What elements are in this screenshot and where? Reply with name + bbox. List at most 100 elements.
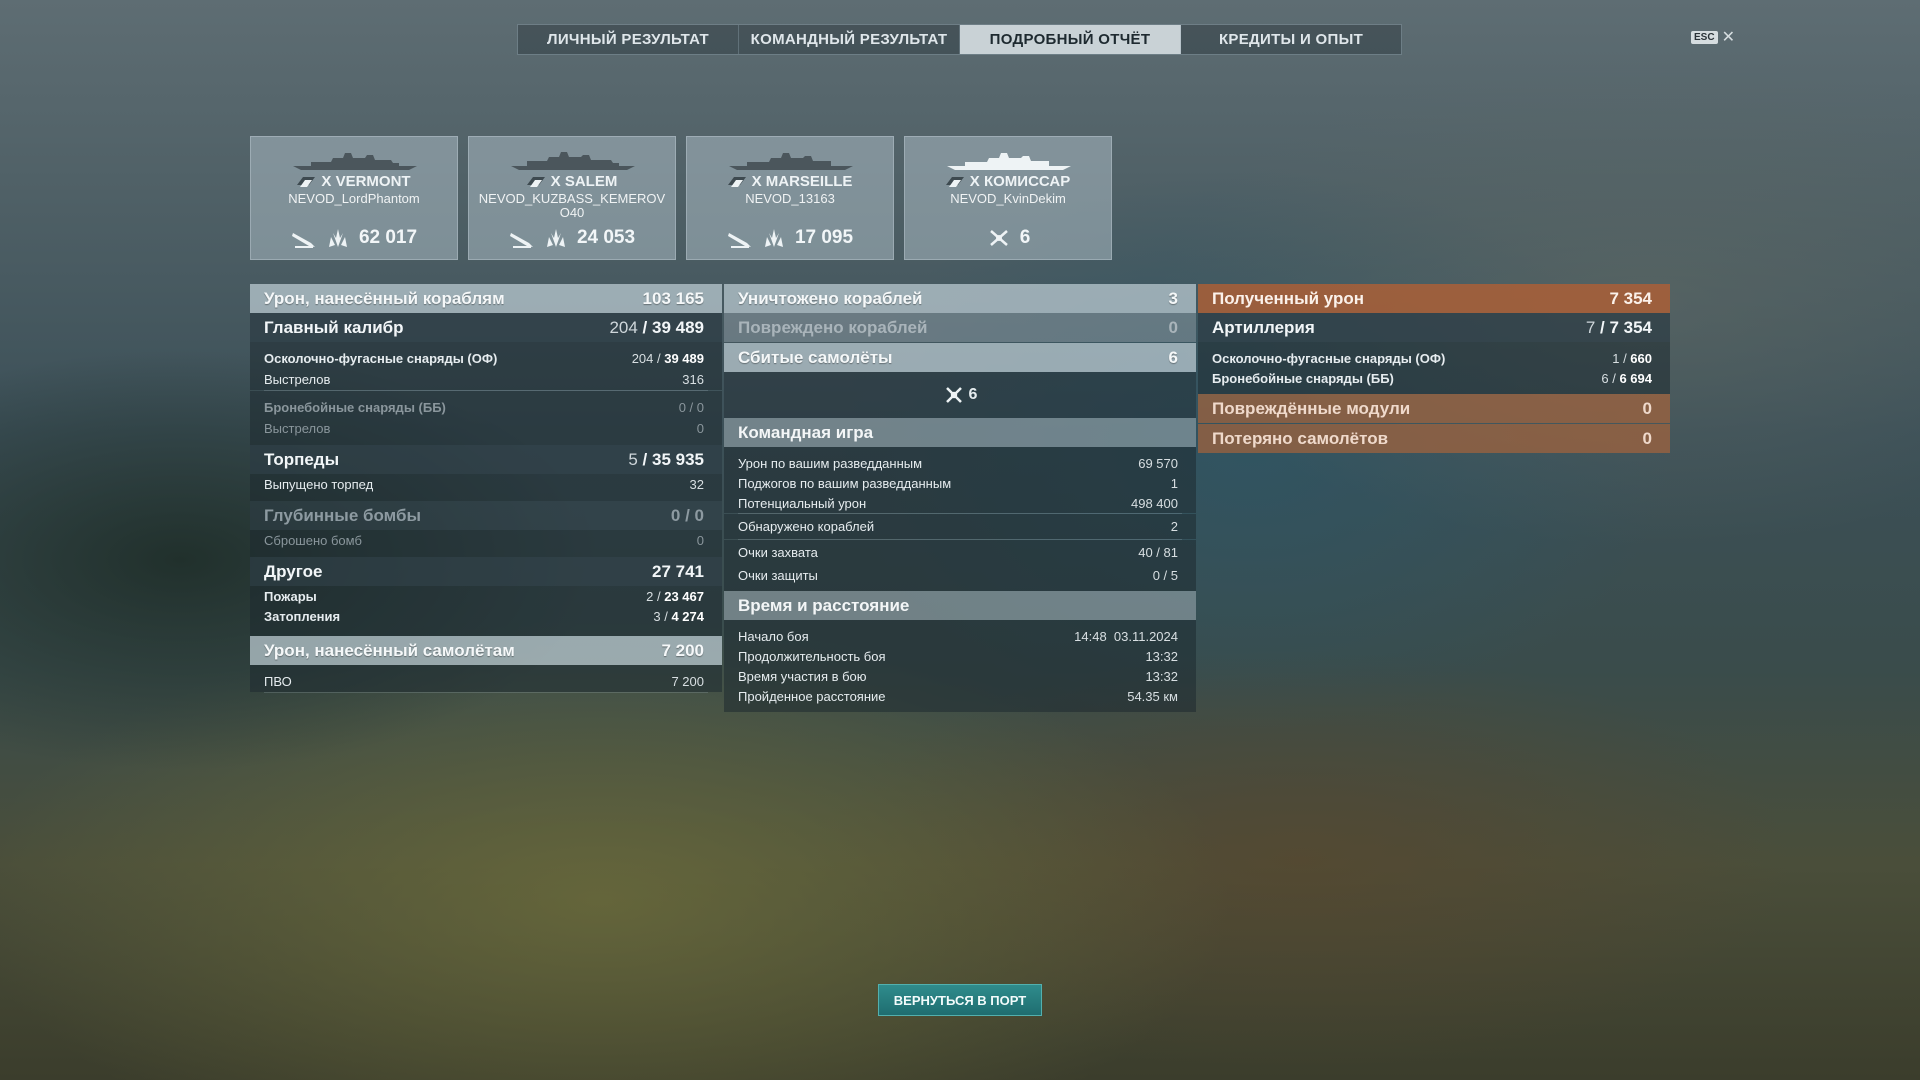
team-row: Поджогов по вашим разведданным 1 [724,473,1196,493]
team-row-value: 0 / 5 [1152,567,1178,583]
torpedoes-label: Торпеды [264,449,340,469]
aircraft-damage-label: Урон, нанесённый самолётам [264,640,515,660]
time-row: Начало боя 14:48 03.11.2024 [724,626,1196,646]
received-he-hits: 1 [1612,350,1620,366]
team-row-label: Очки захвата [738,545,818,560]
plane-shot-icon [989,230,1008,246]
planes-shot-header: Сбитые самолёты 6 [724,343,1196,372]
planes-lost-header: Потеряно самолётов 0 [1198,424,1670,453]
received-he-label: Осколочно-фугасные снаряды (ОФ) [1212,350,1446,366]
team-row: Урон по вашим разведданным 69 570 [724,453,1196,473]
team-row-label: Обнаружено кораблей [738,519,875,534]
ship-silhouette-icon [511,152,635,170]
time-row-value: 13:32 [1145,668,1178,684]
main-battery-hits: 204 [609,317,638,337]
ship-name: X VERMONT [321,173,411,190]
tab-detailed-report[interactable]: ПОДРОБНЫЙ ОТЧЁТ [960,25,1181,54]
team-row-value: 2 [1170,519,1178,534]
team-row-label: Потенциальный урон [738,495,867,511]
aircraft-damage-header: Урон, нанесённый самолётам 7 200 [250,636,722,665]
cruiser-class-icon [727,176,746,187]
card-value: 62 017 [358,227,418,248]
he-shells-row: Осколочно-фугасные снаряды (ОФ) 204 / 39… [250,348,722,369]
close-icon: ✕ [1721,29,1735,46]
planes-shot-count: 6 [968,386,978,403]
own-ship-card[interactable]: X КОМИССАР NEVOD_KvinDekim 6 [904,136,1112,260]
time-row: Продолжительность боя 13:32 [724,646,1196,666]
teamwork-title: Командная игра [738,422,874,442]
he-hits: 204 [631,351,654,366]
he-damage: 39 489 [664,351,704,366]
torpedoes-fired-row: Выпущено торпед 32 [250,474,722,495]
aa-row: ПВО 7 200 [250,671,722,692]
return-to-port-button[interactable]: ВЕРНУТЬСЯ В ПОРТ [878,984,1042,1016]
card-title: X VERMONT [251,173,457,190]
ships-damaged-label: Повреждено кораблей [738,317,928,337]
spotting-damage-icon [764,229,783,247]
team-row-value: 40 / 81 [1138,545,1178,560]
tab-team-result[interactable]: КОМАНДНЫЙ РЕЗУЛЬТАТ [739,25,960,54]
teamwork-header: Командная игра [724,418,1196,447]
received-ap-label: Бронебойные снаряды (ББ) [1212,370,1394,386]
received-ap-value: 6 / 6 694 [1601,370,1652,386]
cruiser-class-icon [526,176,545,187]
team-row: Очки защиты 0 / 5 [724,565,1196,585]
planes-shot-breakdown: 6 [724,372,1196,418]
team-row-label: Поджогов по вашим разведданным [738,475,952,491]
ally-card[interactable]: X SALEM NEVOD_KUZBASS_KEMEROV O40 24 053 [468,136,676,260]
ships-damaged-header: Повреждено кораблей 0 [724,313,1196,342]
main-battery-damage: 39 489 [652,317,704,337]
torpedoes-fired-value: 32 [689,477,704,492]
received-ap-damage: 6 694 [1619,370,1652,386]
team-row: Обнаружено кораблей 2 [724,514,1196,539]
team-row-label: Очки защиты [738,567,818,583]
received-ap-hits: 6 [1601,370,1609,386]
close-button[interactable]: ESC ✕ [1691,27,1735,47]
card-value: 24 053 [576,227,636,248]
tab-credits-xp[interactable]: КРЕДИТЫ И ОПЫТ [1181,25,1401,54]
fires-row: Пожары 2 / 23 467 [250,586,722,606]
planes-lost-value: 0 [1642,428,1652,448]
received-he-row: Осколочно-фугасные снаряды (ОФ) 1 / 660 [1198,348,1670,368]
depth-charges-value: 0 / 0 [670,505,704,525]
ships-damage-value: 103 165 [642,288,704,308]
fires-label: Пожары [264,588,317,604]
cruiser-class-icon [945,176,964,187]
team-row: Очки захвата 40 / 81 [724,540,1196,565]
ship-name: X КОМИССАР [969,173,1071,190]
card-value: 6 [1019,227,1031,248]
card-title: X MARSEILLE [687,173,893,190]
ally-card[interactable]: X VERMONT NEVOD_LordPhantom 62 017 [250,136,458,260]
he-shells-label: Осколочно-фугасные снаряды (ОФ) [264,351,498,366]
ap-shots-value: 0 [696,421,704,436]
received-he-value: 1 / 660 [1612,350,1652,366]
ships-destroyed-value: 3 [1168,288,1178,308]
ap-shells-row: Бронебойные снаряды (ББ) 0 / 0 [250,397,722,418]
torpedoes-fired-label: Выпущено торпед [264,477,374,492]
card-stats: 6 [905,225,1111,251]
torpedoes-header: Торпеды 5 / 35 935 [250,445,722,474]
team-row-value: 1 [1170,475,1178,491]
planes-shot-value: 6 [1168,347,1178,367]
floods-value: 3 / 4 274 [653,608,704,624]
he-shots-label: Выстрелов [264,372,331,387]
ships-destroyed-label: Уничтожено кораблей [738,288,923,308]
ship-silhouette-icon [947,153,1071,170]
ally-card[interactable]: X MARSEILLE NEVOD_13163 17 095 [686,136,894,260]
artillery-damage: 7 354 [1609,317,1652,337]
time-distance-header: Время и расстояние [724,591,1196,620]
floods-label: Затопления [264,608,341,624]
received-ap-row: Бронебойные снаряды (ББ) 6 / 6 694 [1198,368,1670,388]
card-title: X КОМИССАР [905,173,1111,190]
tab-personal-result[interactable]: ЛИЧНЫЙ РЕЗУЛЬТАТ [518,25,739,54]
other-value: 27 741 [652,561,704,581]
damaged-modules-value: 0 [1642,398,1652,418]
ap-shells-label: Бронебойные снаряды (ББ) [264,400,446,415]
artillery-hits: 7 [1585,317,1596,337]
result-tabs: ЛИЧНЫЙ РЕЗУЛЬТАТ КОМАНДНЫЙ РЕЗУЛЬТАТ ПОД… [517,24,1402,55]
spotting-damage-icon [546,229,565,247]
depth-charges-label: Глубинные бомбы [264,505,422,525]
ap-shots-row: Выстрелов 0 [250,418,722,439]
battleship-class-icon [297,176,316,187]
team-row-value: 498 400 [1131,495,1178,511]
